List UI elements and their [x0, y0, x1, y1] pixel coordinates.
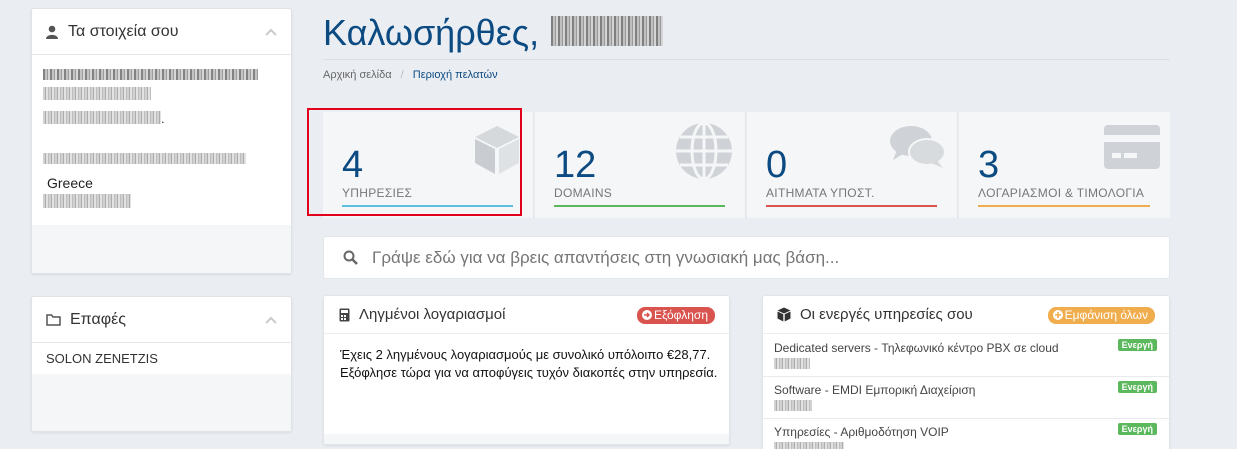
status-badge: Ενεργή — [1117, 381, 1157, 393]
overdue-panel-footer — [324, 434, 729, 444]
service-name: Υπηρεσίες - Αριθμοδότηση VOIP — [774, 425, 949, 439]
overdue-panel-header: Ληγμένοι λογαριασμοί Εξόφληση — [324, 296, 729, 334]
breadcrumb-home[interactable]: Αρχική σελίδα — [323, 69, 392, 81]
service-row[interactable]: Software - EMDI Εμπορική Διαχείριση Ενερ… — [763, 377, 1169, 419]
details-panel-body: . Greece — [32, 55, 291, 225]
active-services-title: Οι ενεργές υπηρεσίες σου — [800, 306, 973, 323]
tile-tickets[interactable]: 0 ΑΙΤΗΜΑΤΑ ΥΠΟΣΤ. — [747, 112, 958, 218]
overdue-panel-title: Ληγμένοι λογαριασμοί — [359, 306, 506, 323]
view-all-button[interactable]: Εμφάνιση όλων — [1047, 307, 1155, 324]
status-badge: Ενεργή — [1117, 339, 1157, 351]
status-badge: Ενεργή — [1117, 423, 1157, 435]
contacts-panel-title: Επαφές — [70, 310, 126, 328]
tickets-bar — [766, 205, 937, 207]
country-text: Greece — [47, 175, 93, 191]
details-panel-footer — [32, 225, 291, 273]
details-panel-header[interactable]: Τα στοιχεία σου — [32, 9, 291, 55]
header-divider — [323, 59, 1170, 60]
page-title: Καλωσήρθες, — [323, 12, 664, 54]
user-icon — [46, 25, 60, 39]
redacted-email — [43, 153, 246, 164]
active-services-panel: Οι ενεργές υπηρεσίες σου Εμφάνιση όλων D… — [762, 295, 1170, 449]
calculator-icon — [339, 308, 350, 327]
redacted-username — [551, 16, 664, 47]
globe-icon — [673, 120, 735, 187]
view-all-label: Εμφάνιση όλων — [1064, 308, 1148, 322]
chevron-up-icon[interactable] — [265, 313, 277, 327]
active-services-header: Οι ενεργές υπηρεσίες σου Εμφάνιση όλων — [763, 296, 1169, 334]
service-name: Dedicated servers - Τηλεφωνικό κέντρο PB… — [774, 341, 1059, 355]
service-row[interactable]: Dedicated servers - Τηλεφωνικό κέντρο PB… — [763, 335, 1169, 377]
breadcrumb-separator: / — [400, 69, 404, 81]
redacted-address-1 — [43, 87, 151, 100]
breadcrumb-current: Περιοχή πελατών — [412, 69, 498, 81]
domains-label: DOMAINS — [554, 186, 613, 200]
kb-search[interactable] — [323, 236, 1170, 279]
details-panel-title: Τα στοιχεία σου — [68, 22, 179, 40]
redacted-address-2 — [43, 111, 161, 124]
invoices-count: 3 — [978, 144, 1000, 186]
pay-button[interactable]: Εξόφληση — [636, 307, 715, 324]
redacted-service-detail — [774, 358, 810, 369]
tickets-label: ΑΙΤΗΜΑΤΑ ΥΠΟΣΤ. — [766, 186, 875, 200]
credit-card-icon — [1104, 125, 1160, 174]
redacted-company — [43, 69, 258, 80]
search-icon — [343, 250, 358, 270]
folder-icon — [46, 313, 62, 327]
contacts-panel-header[interactable]: Επαφές — [32, 297, 291, 343]
domains-count: 12 — [554, 144, 597, 186]
overdue-panel: Ληγμένοι λογαριασμοί Εξόφληση Έχεις 2 λη… — [323, 295, 730, 445]
arrow-right-circle-icon — [641, 310, 652, 320]
comments-icon — [889, 124, 947, 175]
redacted-phone — [43, 194, 131, 208]
pay-button-label: Εξόφληση — [653, 308, 708, 322]
contact-item[interactable]: SOLON ZENETZIS — [32, 343, 291, 374]
redacted-service-detail — [774, 442, 844, 449]
contacts-panel-footer — [32, 374, 291, 431]
tickets-count: 0 — [766, 144, 788, 186]
invoices-label: ΛΟΓΑΡΙΑΣΜΟΙ & ΤΙΜΟΛΟΓΙΑ — [978, 186, 1145, 200]
service-row[interactable]: Υπηρεσίες - Αριθμοδότηση VOIP Ενεργή — [763, 419, 1169, 449]
chevron-up-icon[interactable] — [265, 25, 277, 39]
tile-invoices[interactable]: 3 ΛΟΓΑΡΙΑΣΜΟΙ & ΤΙΜΟΛΟΓΙΑ — [959, 112, 1170, 218]
service-name: Software - EMDI Εμπορική Διαχείριση — [774, 383, 976, 397]
redacted-service-detail — [774, 400, 812, 411]
cube-icon — [777, 307, 791, 327]
kb-search-input[interactable] — [372, 245, 1152, 271]
breadcrumb: Αρχική σελίδα / Περιοχή πελατών — [323, 69, 498, 81]
contacts-panel: Επαφές SOLON ZENETZIS — [31, 296, 292, 432]
invoices-bar — [978, 205, 1150, 207]
welcome-text: Καλωσήρθες, — [323, 12, 540, 53]
overdue-message: Έχεις 2 ληγμένους λογαριασμούς με συνολι… — [340, 347, 718, 380]
highlight-box — [307, 108, 522, 216]
plus-circle-icon — [1052, 310, 1063, 320]
address-period: . — [161, 111, 165, 126]
details-panel: Τα στοιχεία σου . Greece — [31, 8, 292, 274]
domains-bar — [554, 205, 725, 207]
tile-domains[interactable]: 12 DOMAINS — [535, 112, 746, 218]
